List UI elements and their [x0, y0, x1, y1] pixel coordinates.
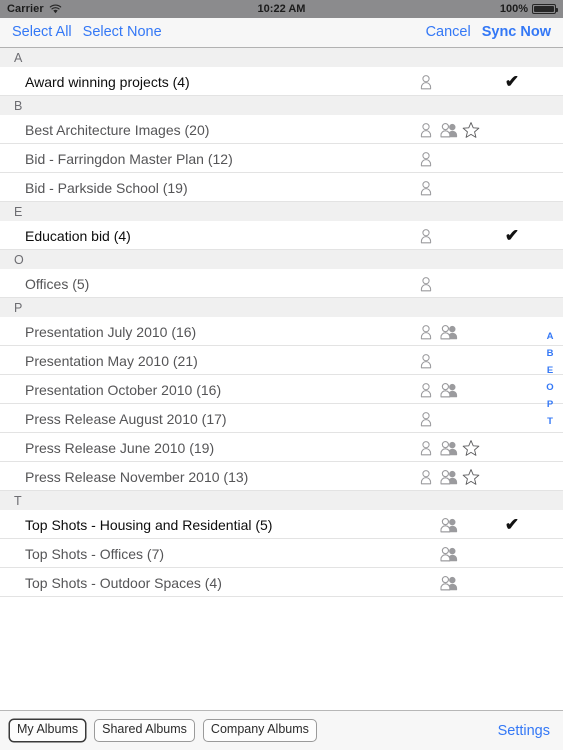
album-row[interactable]: Best Architecture Images (20): [0, 115, 563, 144]
status-bar-clock: 10:22 AM: [257, 3, 306, 15]
navigation-bar-left: Select All Select None: [12, 25, 162, 40]
album-row[interactable]: Top Shots - Outdoor Spaces (4): [0, 568, 563, 597]
album-list[interactable]: A Award winning projects (4) ✔ B Best Archit…: [0, 48, 563, 710]
wifi-icon: [49, 4, 62, 14]
group-icon: [440, 469, 458, 484]
star-icon: [462, 121, 480, 138]
album-row-icons: [418, 346, 488, 375]
section-header-e: E: [0, 202, 563, 221]
section-index-letter-o[interactable]: O: [539, 379, 561, 396]
section-index-letter-t[interactable]: T: [539, 413, 561, 430]
section-header-b: B: [0, 96, 563, 115]
person-icon: [419, 74, 433, 89]
album-row-icons: [418, 115, 488, 144]
checkmark-icon: ✔: [504, 515, 520, 534]
person-icon: [419, 411, 433, 426]
sync-now-button[interactable]: Sync Now: [482, 25, 551, 40]
album-row[interactable]: Bid - Farringdon Master Plan (12): [0, 144, 563, 173]
select-all-button[interactable]: Select All: [12, 25, 72, 40]
album-list-container: A Award winning projects (4) ✔ B Best Archit…: [0, 48, 563, 710]
star-icon: [462, 439, 480, 456]
checkmark-icon: ✔: [504, 72, 520, 91]
toolbar-button-shared-albums[interactable]: Shared Albums: [94, 719, 195, 742]
album-row-icons: [418, 433, 488, 462]
app-root: Carrier 10:22 AM 100% Select All Select …: [0, 0, 563, 750]
status-bar-right: 100%: [499, 3, 558, 15]
section-index-letter-p[interactable]: P: [539, 396, 561, 413]
navigation-bar-right: Cancel Sync Now: [426, 25, 551, 40]
person-icon: [419, 180, 433, 195]
section-header-t: T: [0, 491, 563, 510]
person-icon: [419, 382, 433, 397]
person-icon: [419, 228, 433, 243]
cancel-button[interactable]: Cancel: [426, 25, 471, 40]
group-icon: [440, 517, 458, 532]
settings-button[interactable]: Settings: [498, 723, 554, 739]
album-row[interactable]: Offices (5): [0, 269, 563, 298]
person-icon: [419, 324, 433, 339]
album-row-icons: [418, 462, 488, 491]
album-row[interactable]: Education bid (4) ✔: [0, 221, 563, 250]
album-row[interactable]: Presentation May 2010 (21): [0, 346, 563, 375]
group-icon: [440, 382, 458, 397]
bottom-toolbar: My Albums Shared Albums Company Albums Set…: [0, 710, 563, 750]
album-row-icons: [418, 173, 488, 202]
album-row[interactable]: Press Release June 2010 (19): [0, 433, 563, 462]
toolbar-button-group: My Albums Shared Albums Company Albums: [9, 719, 317, 742]
album-row-icons: [418, 404, 488, 433]
album-row-icons: [418, 221, 488, 250]
album-row-icons: [418, 317, 488, 346]
section-index-letter-e[interactable]: E: [539, 362, 561, 379]
album-row[interactable]: Press Release November 2010 (13): [0, 462, 563, 491]
album-row[interactable]: Top Shots - Housing and Residential (5) ✔: [0, 510, 563, 539]
star-icon: [462, 468, 480, 485]
album-row-icons: [418, 144, 488, 173]
album-row-icons: [418, 539, 488, 568]
person-icon: [419, 151, 433, 166]
section-index-letter-b[interactable]: B: [539, 345, 561, 362]
battery-icon: [532, 4, 558, 14]
album-row[interactable]: Presentation July 2010 (16): [0, 317, 563, 346]
album-row-icons: [418, 510, 488, 539]
album-row[interactable]: Top Shots - Offices (7): [0, 539, 563, 568]
group-icon: [440, 546, 458, 561]
section-header-a: A: [0, 48, 563, 67]
navigation-bar: Select All Select None Cancel Sync Now: [0, 18, 563, 48]
select-none-button[interactable]: Select None: [83, 25, 162, 40]
checkmark-icon: ✔: [504, 226, 520, 245]
group-icon: [440, 575, 458, 590]
section-header-o: O: [0, 250, 563, 269]
album-row-icons: [418, 375, 488, 404]
person-icon: [419, 122, 433, 137]
person-icon: [419, 469, 433, 484]
person-icon: [419, 353, 433, 368]
person-icon: [419, 276, 433, 291]
album-row-icons: [418, 67, 488, 96]
toolbar-button-company-albums[interactable]: Company Albums: [202, 719, 317, 742]
status-bar: Carrier 10:22 AM 100%: [0, 0, 563, 18]
album-row[interactable]: Press Release August 2010 (17): [0, 404, 563, 433]
group-icon: [440, 440, 458, 455]
section-index-letter-a[interactable]: A: [539, 328, 561, 345]
carrier-label: Carrier: [7, 3, 44, 15]
group-icon: [440, 122, 458, 137]
album-row[interactable]: Presentation October 2010 (16): [0, 375, 563, 404]
status-bar-left: Carrier: [7, 3, 62, 15]
album-row-icons: [418, 568, 488, 597]
section-header-p: P: [0, 298, 563, 317]
album-row[interactable]: Bid - Parkside School (19): [0, 173, 563, 202]
album-row-icons: [418, 269, 488, 298]
group-icon: [440, 324, 458, 339]
section-index[interactable]: ABEOPT: [539, 328, 561, 430]
person-icon: [419, 440, 433, 455]
album-row[interactable]: Award winning projects (4) ✔: [0, 67, 563, 96]
toolbar-button-my-albums[interactable]: My Albums: [9, 719, 87, 742]
battery-percent-label: 100%: [499, 3, 528, 15]
